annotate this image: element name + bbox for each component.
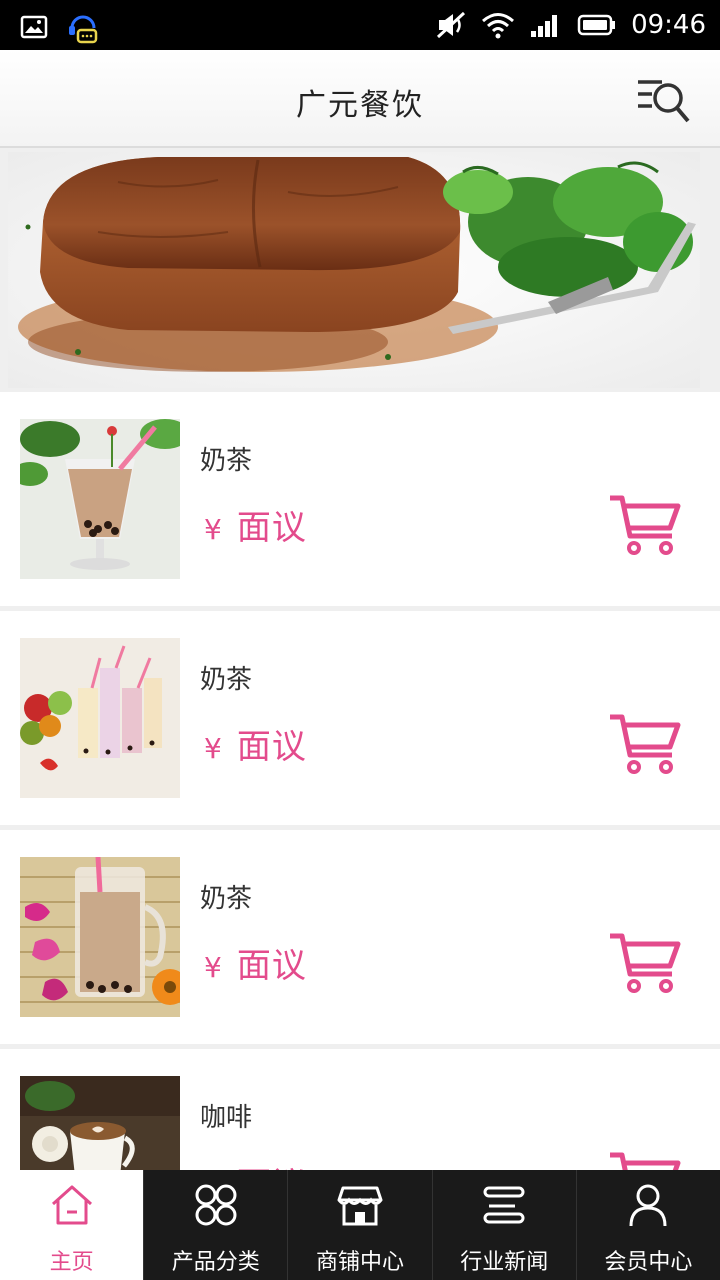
- category-icon: [195, 1184, 237, 1226]
- store-icon: [337, 1186, 383, 1226]
- price-value: 面议: [236, 946, 307, 986]
- cart-icon[interactable]: [608, 930, 682, 996]
- signal-icon: [531, 15, 558, 37]
- currency-symbol: ¥: [204, 951, 223, 984]
- product-price: ¥ 面议: [204, 500, 307, 549]
- nav-item-member[interactable]: 会员中心: [577, 1170, 720, 1280]
- nav-item-store[interactable]: 商铺中心: [288, 1170, 433, 1280]
- product-list: 奶茶 ¥ 面议 奶茶 ¥ 面议 奶茶 ¥ 面议 咖啡: [0, 392, 720, 1268]
- currency-symbol: ¥: [204, 513, 223, 546]
- app-header: 广元餐饮: [0, 50, 720, 148]
- nav-label: 商铺中心: [316, 1250, 405, 1275]
- nav-item-home[interactable]: 主页: [0, 1170, 145, 1280]
- nav-item-news[interactable]: 行业新闻: [433, 1170, 577, 1280]
- battery-icon: [577, 14, 616, 36]
- status-time: 09:46: [631, 10, 706, 40]
- search-menu-icon[interactable]: [636, 74, 692, 126]
- page-title: 广元餐饮: [296, 88, 424, 123]
- home-icon: [51, 1185, 92, 1225]
- product-name[interactable]: 奶茶: [200, 440, 252, 477]
- product-image[interactable]: [20, 419, 180, 579]
- currency-symbol: ¥: [204, 732, 223, 765]
- product-name[interactable]: 咖啡: [200, 1097, 252, 1134]
- bubble-tea-photo: [20, 419, 180, 579]
- list-item[interactable]: 奶茶 ¥ 面议: [0, 611, 720, 825]
- product-price: ¥ 面议: [204, 938, 307, 987]
- nav-label: 行业新闻: [460, 1250, 549, 1275]
- steak-photo: [8, 152, 700, 388]
- image-icon: [20, 15, 48, 39]
- status-bar-left: [20, 10, 100, 44]
- price-value: 面议: [236, 508, 307, 548]
- product-image[interactable]: [20, 638, 180, 798]
- fruit-milk-teas-photo: [20, 638, 180, 798]
- mute-icon: [437, 11, 466, 39]
- cart-icon[interactable]: [608, 492, 682, 558]
- product-price: ¥ 面议: [204, 719, 307, 768]
- cart-icon[interactable]: [608, 711, 682, 777]
- nav-item-categories[interactable]: 产品分类: [144, 1170, 289, 1280]
- nav-label: 会员中心: [604, 1250, 693, 1275]
- list-item[interactable]: 奶茶 ¥ 面议: [0, 392, 720, 606]
- nav-label: 产品分类: [171, 1250, 260, 1275]
- bottom-nav: 主页 产品分类 商铺中心 行业新闻 会员中心: [0, 1170, 720, 1280]
- product-name[interactable]: 奶茶: [200, 878, 252, 915]
- status-bar-right: 09:46: [435, 8, 706, 42]
- nav-label: 主页: [49, 1250, 94, 1275]
- banner-image[interactable]: [8, 152, 700, 388]
- milk-tea-mug-photo: [20, 857, 180, 1017]
- list-item[interactable]: 奶茶 ¥ 面议: [0, 830, 720, 1044]
- chat-headset-icon: [69, 15, 98, 44]
- news-icon: [483, 1186, 525, 1224]
- product-image[interactable]: [20, 857, 180, 1017]
- status-bar: 09:46: [0, 0, 720, 50]
- product-name[interactable]: 奶茶: [200, 659, 252, 696]
- user-icon: [629, 1184, 667, 1227]
- price-value: 面议: [236, 727, 307, 767]
- wifi-icon: [482, 13, 515, 39]
